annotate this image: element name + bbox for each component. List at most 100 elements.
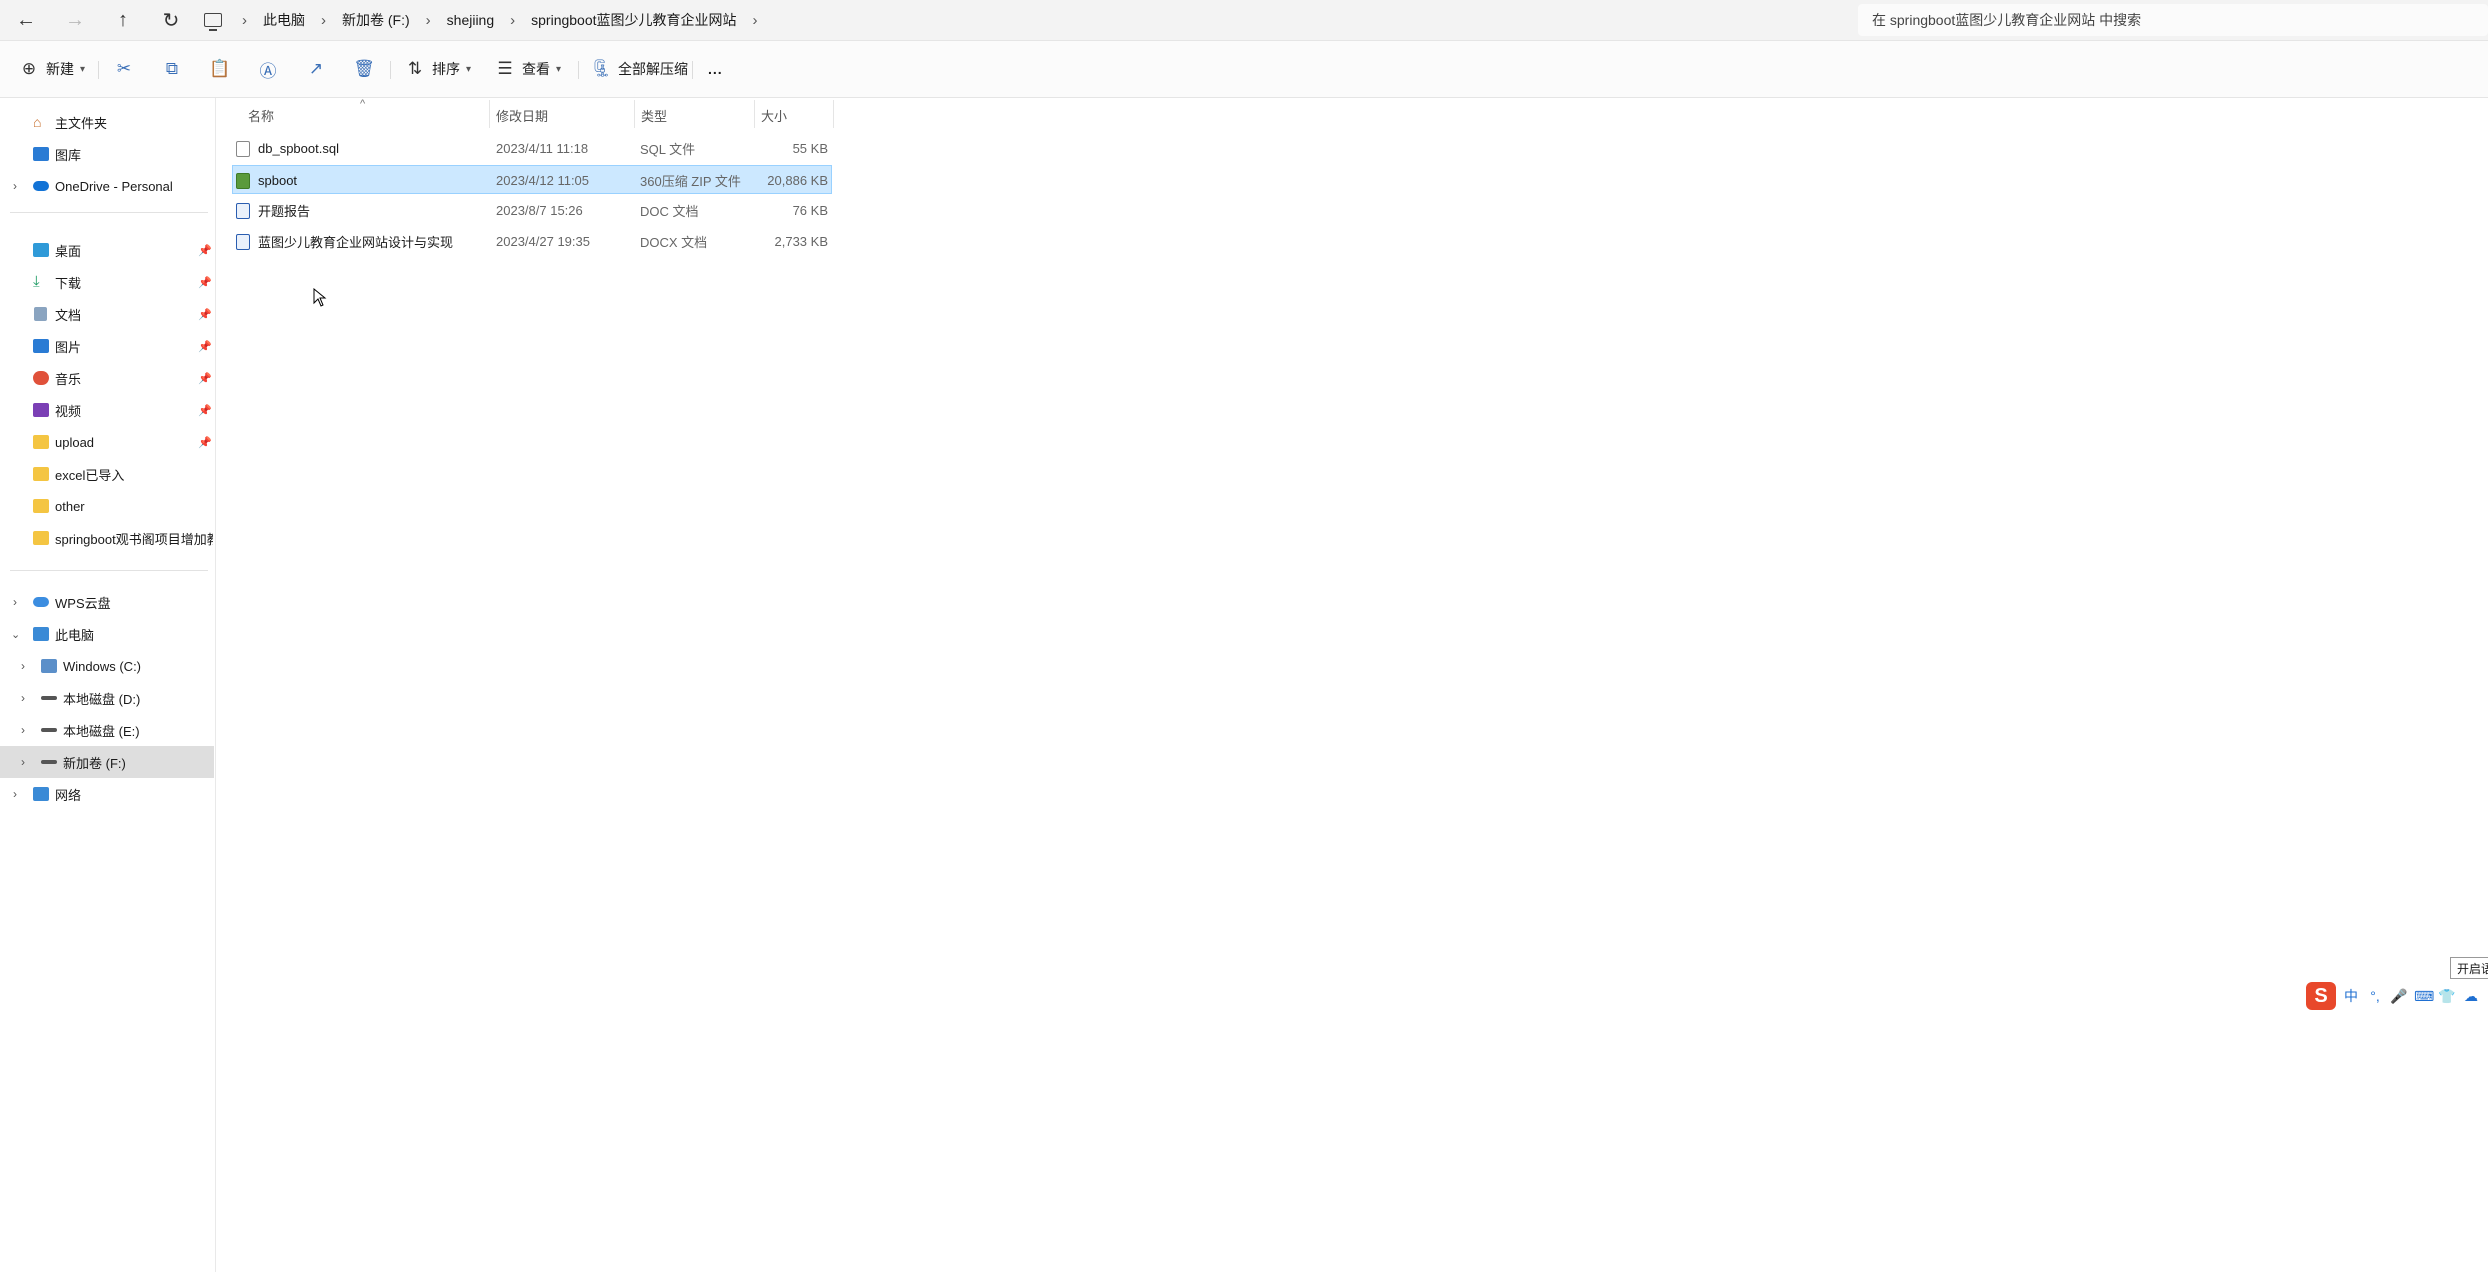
- nav-item-drive-c[interactable]: › Windows (C:): [0, 650, 214, 682]
- nav-item-gallery[interactable]: 图库: [0, 138, 214, 170]
- back-button[interactable]: ←: [9, 6, 43, 34]
- file-name-cell: 开题报告: [236, 196, 486, 225]
- chevron-down-icon[interactable]: ⌄: [11, 628, 20, 641]
- column-divider[interactable]: [754, 100, 755, 128]
- nav-label: springboot观书阁项目增加教: [55, 531, 213, 547]
- desktop-icon: [33, 243, 49, 257]
- pin-icon[interactable]: 📌: [198, 340, 212, 353]
- forward-button[interactable]: →: [58, 6, 92, 34]
- network-icon: [33, 787, 49, 801]
- sogou-logo-icon[interactable]: S: [2306, 982, 2336, 1010]
- file-size: 55 KB: [792, 141, 828, 156]
- nav-item-excel-imported[interactable]: excel已导入: [0, 458, 214, 490]
- pin-icon[interactable]: 📌: [198, 372, 212, 385]
- punctuation-icon[interactable]: °,: [2366, 988, 2384, 1004]
- windows-drive-icon: [41, 659, 57, 673]
- file-name-cell: spboot: [236, 166, 486, 195]
- column-divider[interactable]: [833, 100, 834, 128]
- pin-icon[interactable]: 📌: [198, 404, 212, 417]
- nav-item-wps-cloud[interactable]: › WPS云盘: [0, 586, 214, 618]
- chevron-right-icon[interactable]: ›: [498, 12, 527, 29]
- pin-icon[interactable]: 📌: [198, 436, 212, 449]
- keyboard-icon[interactable]: ⌨: [2414, 988, 2434, 1005]
- nav-item-network[interactable]: › 网络: [0, 778, 214, 810]
- share-button[interactable]: ↗: [305, 55, 327, 83]
- pin-icon[interactable]: 📌: [198, 244, 212, 257]
- column-divider[interactable]: [634, 100, 635, 128]
- nav-item-springboot-project[interactable]: springboot观书阁项目增加教: [0, 522, 214, 554]
- chevron-right-icon[interactable]: ›: [309, 12, 338, 29]
- address-bar-row: ← → ↑ ↻ › 此电脑 › 新加卷 (F:) › shejiing › sp…: [0, 0, 2488, 41]
- refresh-button[interactable]: ↻: [154, 6, 188, 34]
- chevron-down-icon: ▾: [466, 63, 472, 75]
- chevron-right-icon[interactable]: ›: [21, 755, 25, 769]
- nav-label: 视频: [55, 403, 82, 419]
- chevron-right-icon[interactable]: ›: [13, 595, 17, 609]
- chevron-right-icon[interactable]: ›: [230, 12, 259, 29]
- ime-language-toggle[interactable]: 中: [2342, 986, 2360, 1006]
- chevron-right-icon[interactable]: ›: [21, 659, 25, 673]
- nav-item-pictures[interactable]: 图片 📌: [0, 330, 214, 362]
- breadcrumb-this-pc[interactable]: 此电脑: [259, 10, 309, 30]
- microphone-icon[interactable]: 🎤: [2390, 988, 2408, 1005]
- nav-item-home[interactable]: ⌂ 主文件夹: [0, 106, 214, 138]
- copy-button[interactable]: ⧉: [161, 55, 183, 83]
- view-list-icon: ☰: [497, 59, 513, 78]
- nav-item-upload[interactable]: upload 📌: [0, 426, 214, 458]
- more-options-icon: ...: [708, 61, 723, 77]
- cut-button[interactable]: ✂: [113, 55, 135, 83]
- column-divider[interactable]: [489, 100, 490, 128]
- pin-icon[interactable]: 📌: [198, 308, 212, 321]
- file-row[interactable]: 开题报告 2023/8/7 15:26 DOC 文档 76 KB: [232, 196, 832, 225]
- extract-all-button[interactable]: 🗜 全部解压缩: [590, 55, 688, 83]
- search-input[interactable]: 在 springboot蓝图少儿教育企业网站 中搜索: [1858, 4, 2488, 36]
- breadcrumb-drive-f[interactable]: 新加卷 (F:): [338, 10, 414, 30]
- nav-item-documents[interactable]: 文档 📌: [0, 298, 214, 330]
- nav-item-drive-e[interactable]: › 本地磁盘 (E:): [0, 714, 214, 746]
- nav-item-this-pc[interactable]: ⌄ 此电脑: [0, 618, 214, 650]
- rename-button[interactable]: Ⓐ: [257, 55, 279, 83]
- nav-item-onedrive[interactable]: › OneDrive - Personal: [0, 170, 214, 202]
- more-options-button[interactable]: ...: [708, 55, 723, 83]
- delete-button[interactable]: 🗑: [353, 55, 375, 83]
- nav-item-music[interactable]: 音乐 📌: [0, 362, 214, 394]
- breadcrumb-shejiing[interactable]: shejiing: [443, 12, 498, 28]
- skin-icon[interactable]: 👕: [2438, 988, 2456, 1005]
- chevron-right-icon[interactable]: ›: [414, 12, 443, 29]
- paste-button[interactable]: 📋: [209, 55, 231, 83]
- nav-item-videos[interactable]: 视频 📌: [0, 394, 214, 426]
- view-button[interactable]: ☰ 查看 ▾: [494, 55, 561, 83]
- sort-button[interactable]: ⇅ 排序 ▾: [404, 55, 471, 83]
- nav-divider: [10, 212, 208, 213]
- up-button[interactable]: ↑: [106, 6, 140, 34]
- nav-item-other[interactable]: other: [0, 490, 214, 522]
- file-row[interactable]: db_spboot.sql 2023/4/11 11:18 SQL 文件 55 …: [232, 134, 832, 163]
- chevron-right-icon[interactable]: ›: [13, 787, 17, 801]
- view-label: 查看: [522, 61, 550, 77]
- chevron-right-icon[interactable]: ›: [21, 691, 25, 705]
- column-header-size[interactable]: 大小: [761, 98, 787, 132]
- chevron-right-icon[interactable]: ›: [13, 179, 17, 193]
- new-button[interactable]: ⊕ 新建 ▾: [18, 55, 85, 83]
- file-row[interactable]: 蓝图少儿教育企业网站设计与实现 2023/4/27 19:35 DOCX 文档 …: [232, 227, 832, 256]
- nav-label: 音乐: [55, 371, 82, 387]
- nav-item-drive-d[interactable]: › 本地磁盘 (D:): [0, 682, 214, 714]
- file-size: 2,733 KB: [774, 234, 829, 249]
- file-row-selected[interactable]: spboot 2023/4/12 11:05 360压缩 ZIP 文件 20,8…: [232, 165, 832, 194]
- chevron-right-icon[interactable]: ›: [741, 12, 770, 29]
- chevron-right-icon[interactable]: ›: [21, 723, 25, 737]
- nav-item-drive-f[interactable]: › 新加卷 (F:): [0, 746, 214, 778]
- paste-icon: 📋: [209, 59, 231, 78]
- column-header-name[interactable]: 名称: [248, 98, 274, 132]
- copy-icon: ⧉: [165, 59, 179, 78]
- pin-icon[interactable]: 📌: [198, 276, 212, 289]
- column-header-type[interactable]: 类型: [641, 98, 667, 132]
- nav-item-downloads[interactable]: ⤓ 下载 📌: [0, 266, 214, 298]
- toolbox-icon[interactable]: ☁: [2462, 988, 2480, 1005]
- nav-label: 本地磁盘 (D:): [63, 691, 141, 707]
- column-header-date[interactable]: 修改日期: [496, 98, 548, 132]
- nav-item-desktop[interactable]: 桌面 📌: [0, 234, 214, 266]
- nav-label: 图库: [55, 147, 82, 163]
- breadcrumb[interactable]: › 此电脑 › 新加卷 (F:) › shejiing › springboot…: [204, 4, 1844, 36]
- breadcrumb-current-folder[interactable]: springboot蓝图少儿教育企业网站: [527, 10, 740, 30]
